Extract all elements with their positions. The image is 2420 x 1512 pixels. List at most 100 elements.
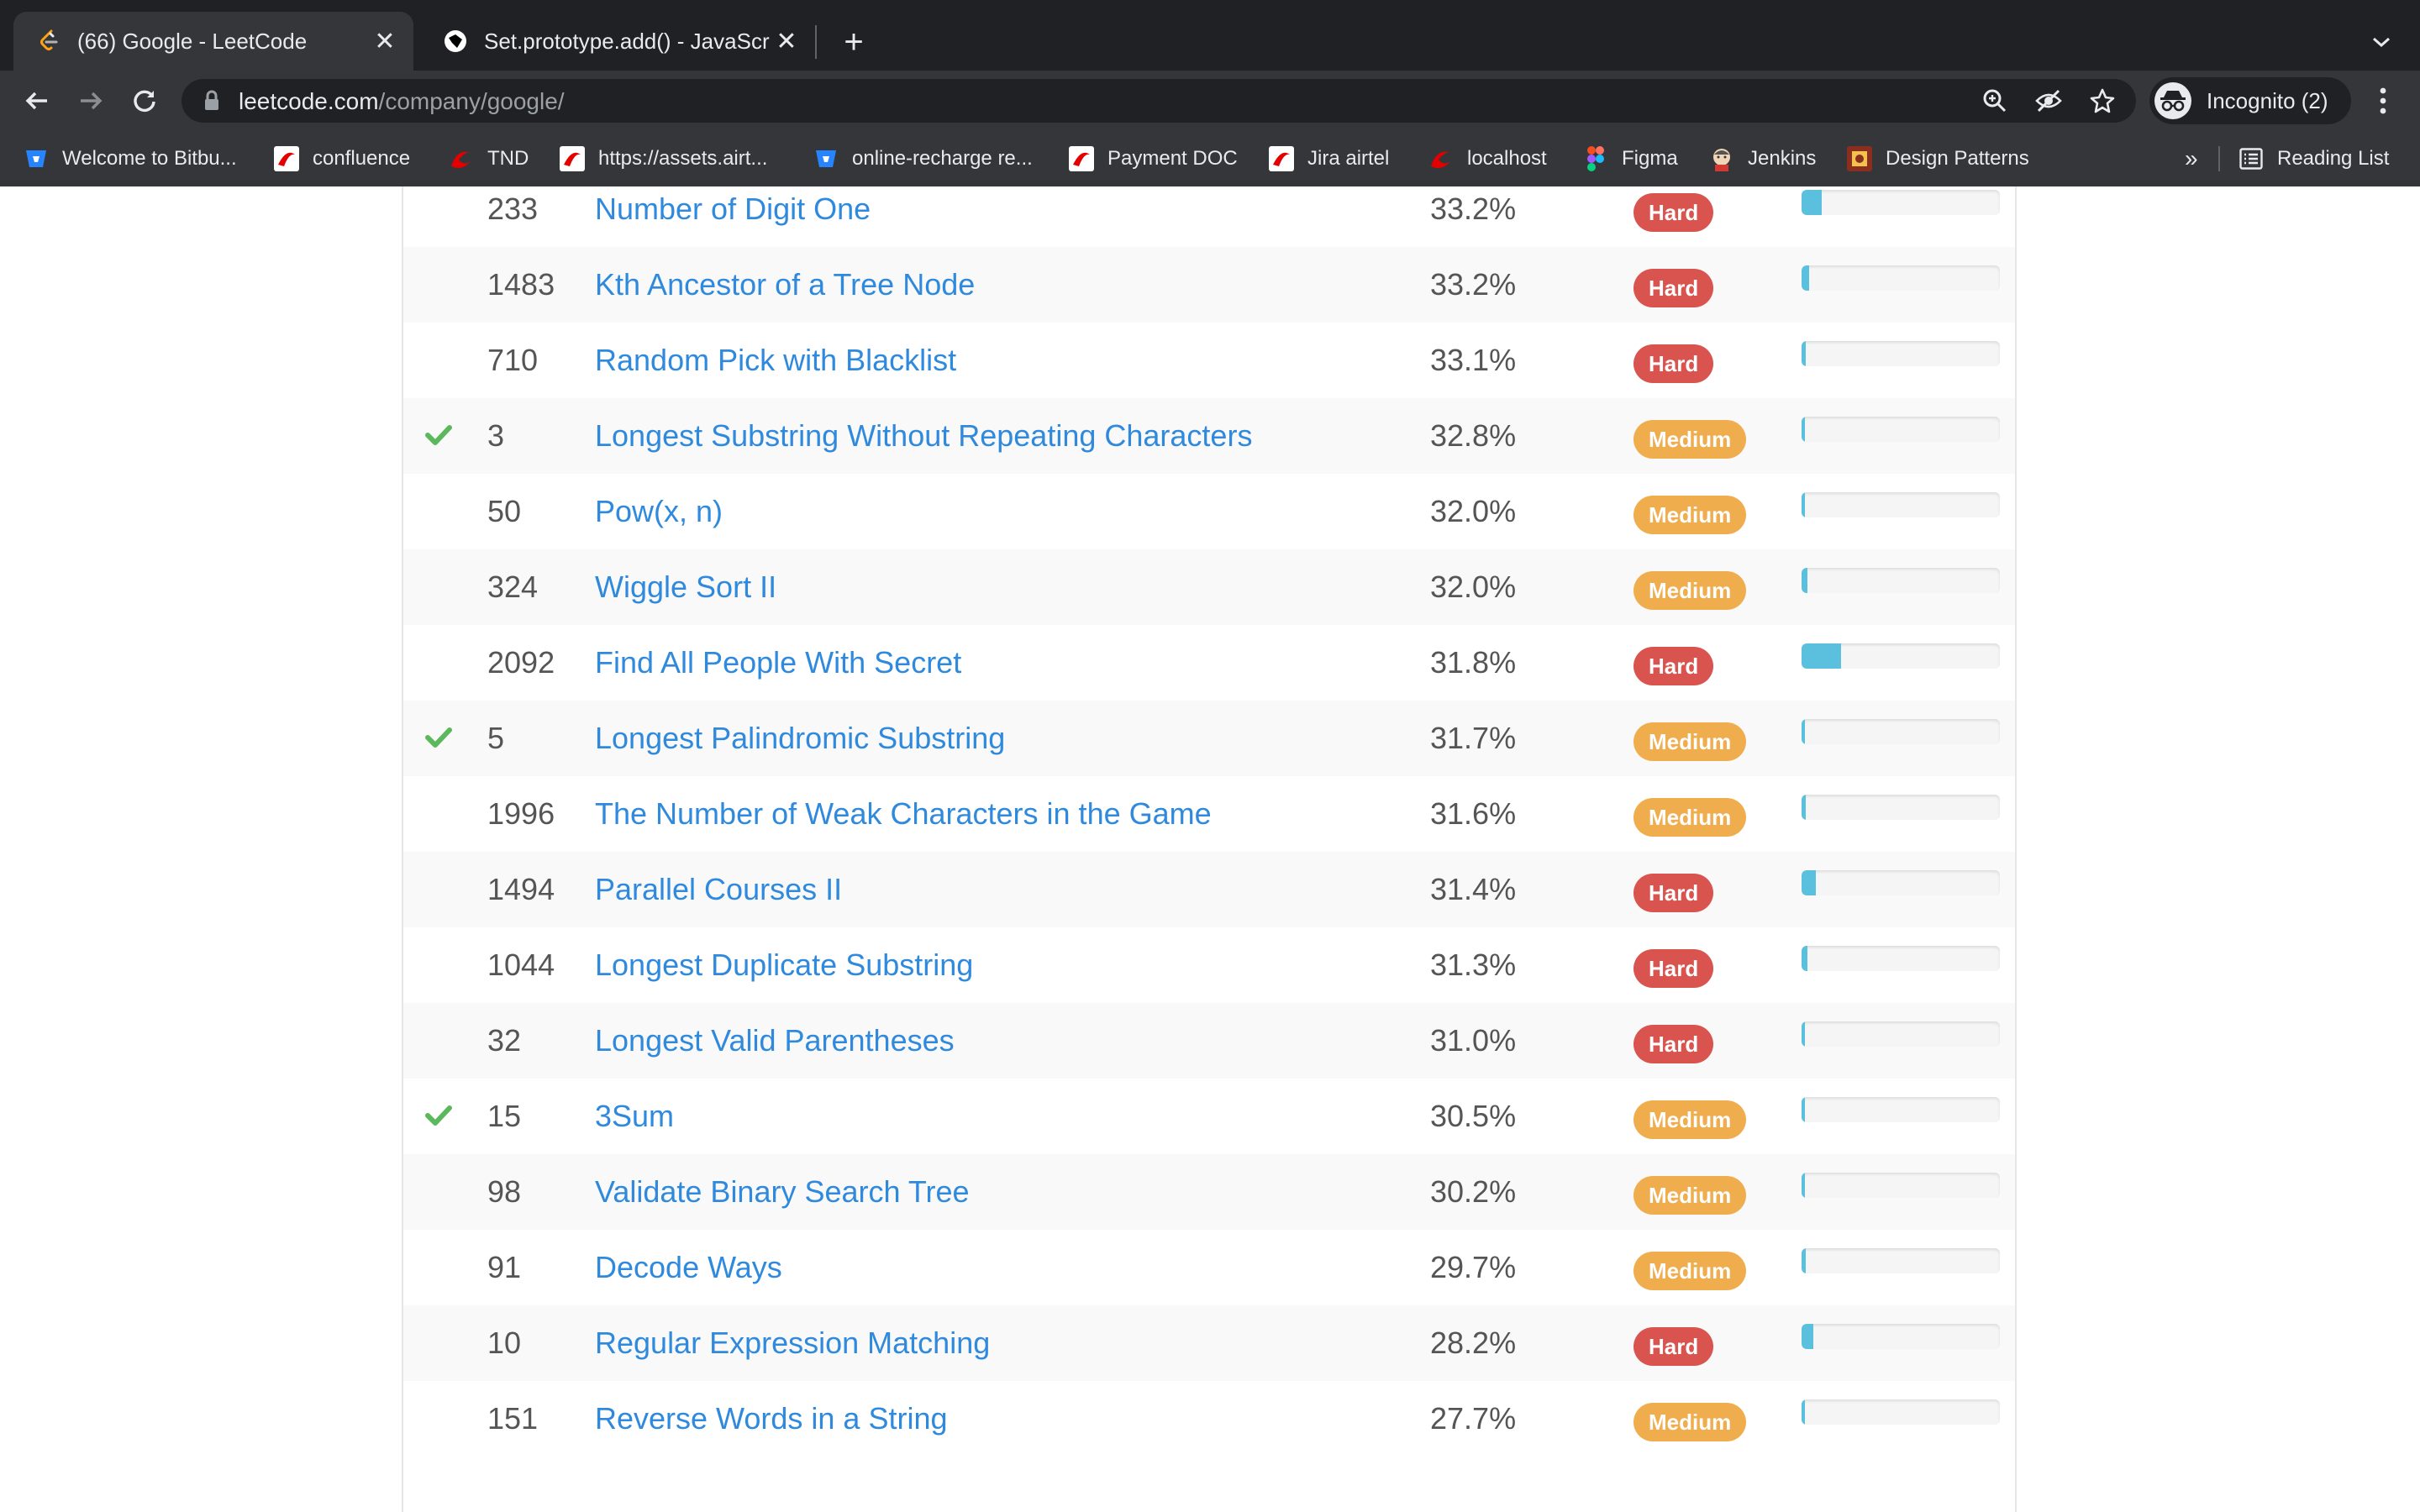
frequency-bar bbox=[1802, 643, 2000, 669]
frequency-bar-fill bbox=[1802, 1399, 1805, 1425]
problem-title-link[interactable]: Parallel Courses II bbox=[595, 872, 842, 907]
bookmark-tnd[interactable]: TND bbox=[449, 131, 529, 186]
frequency-bar bbox=[1802, 1097, 2000, 1122]
problem-row: 15 3Sum 30.5% Medium bbox=[403, 1079, 2015, 1154]
tab-title: Set.prototype.add() - JavaScript bbox=[484, 28, 770, 54]
difficulty-badge: Hard bbox=[1634, 1327, 1714, 1366]
problem-title-link[interactable]: Longest Substring Without Repeating Char… bbox=[595, 418, 1252, 454]
bookmark-jira-airtel[interactable]: Jira airtel bbox=[1269, 131, 1389, 186]
problem-id: 324 bbox=[487, 570, 539, 604]
bookmark-confluence[interactable]: confluence bbox=[274, 131, 410, 186]
bookmark-assets[interactable]: https://assets.airt... bbox=[560, 131, 767, 186]
difficulty-badge: Hard bbox=[1634, 949, 1714, 988]
problem-title-link[interactable]: Validate Binary Search Tree bbox=[595, 1174, 970, 1210]
new-tab-icon[interactable]: + bbox=[835, 24, 872, 60]
back-icon[interactable] bbox=[17, 81, 57, 121]
difficulty-badge: Medium bbox=[1634, 1100, 1747, 1139]
reading-list-button[interactable]: Reading List bbox=[2238, 131, 2389, 186]
problem-title-link[interactable]: Pow(x, n) bbox=[595, 494, 723, 529]
problem-title-link[interactable]: Kth Ancestor of a Tree Node bbox=[595, 267, 975, 302]
bookmark-payment-doc[interactable]: Payment DOC bbox=[1069, 131, 1238, 186]
bookmark-figma[interactable]: Figma bbox=[1583, 131, 1678, 186]
frequency-bar bbox=[1802, 341, 2000, 366]
mdn-icon bbox=[444, 29, 467, 53]
tab-search-icon[interactable] bbox=[2363, 24, 2400, 60]
problem-title-link[interactable]: Wiggle Sort II bbox=[595, 570, 776, 605]
close-icon[interactable]: ✕ bbox=[770, 24, 803, 58]
problem-id: 233 bbox=[487, 192, 539, 226]
bookmark-label: https://assets.airt... bbox=[598, 147, 768, 170]
tab-mdn[interactable]: Set.prototype.add() - JavaScript ✕ bbox=[420, 12, 815, 71]
problem-title-link[interactable]: Decode Ways bbox=[595, 1250, 782, 1285]
status-empty bbox=[422, 494, 455, 528]
problem-title-link[interactable]: Reverse Words in a String bbox=[595, 1401, 948, 1436]
problem-table: 233 Number of Digit One 33.2% Hard 1483 Kth A… bbox=[402, 186, 2017, 1512]
frequency-bar bbox=[1802, 1399, 2000, 1425]
bookmark-localhost[interactable]: localhost bbox=[1428, 131, 1547, 186]
frequency-bar-fill bbox=[1802, 643, 1841, 669]
problem-row: 5 Longest Palindromic Substring 31.7% Mediu… bbox=[403, 701, 2015, 776]
problem-title-link[interactable]: 3Sum bbox=[595, 1099, 674, 1134]
acceptance-rate: 31.8% bbox=[1430, 645, 1517, 680]
acceptance-rate: 31.4% bbox=[1430, 872, 1517, 906]
status-empty bbox=[422, 570, 455, 603]
kebab-menu-icon[interactable] bbox=[2366, 81, 2400, 121]
bookmark-star-icon[interactable] bbox=[2087, 86, 2118, 116]
status-empty bbox=[422, 1023, 455, 1057]
difficulty-badge: Medium bbox=[1634, 1252, 1747, 1290]
address-bar[interactable]: leetcode.com/company/google/ bbox=[182, 79, 2136, 123]
problem-id: 10 bbox=[487, 1326, 522, 1360]
acceptance-rate: 28.2% bbox=[1430, 1326, 1517, 1360]
difficulty-badge: Medium bbox=[1634, 420, 1747, 459]
frequency-bar bbox=[1802, 795, 2000, 820]
bookmarks-overflow-button[interactable]: » bbox=[2185, 131, 2198, 186]
frequency-bar-fill bbox=[1802, 1173, 1805, 1198]
bookmark-label: TND bbox=[487, 147, 529, 170]
frequency-bar bbox=[1802, 946, 2000, 971]
zoom-icon[interactable] bbox=[1980, 86, 2010, 116]
problem-row: 324 Wiggle Sort II 32.0% Medium bbox=[403, 549, 2015, 625]
frequency-bar bbox=[1802, 417, 2000, 442]
incognito-profile-button[interactable]: Incognito (2) bbox=[2149, 77, 2351, 124]
bookmark-label: Jenkins bbox=[1748, 147, 1817, 170]
frequency-bar-fill bbox=[1802, 1324, 1813, 1349]
frequency-bar bbox=[1802, 870, 2000, 895]
problem-title-link[interactable]: The Number of Weak Characters in the Gam… bbox=[595, 796, 1212, 832]
checkmark-icon bbox=[422, 721, 455, 754]
problem-title-link[interactable]: Random Pick with Blacklist bbox=[595, 343, 956, 378]
reload-icon[interactable] bbox=[124, 81, 165, 121]
difficulty-badge: Hard bbox=[1634, 193, 1714, 232]
problem-title-link[interactable]: Regular Expression Matching bbox=[595, 1326, 990, 1361]
forward-icon[interactable] bbox=[71, 81, 111, 121]
status-empty bbox=[422, 948, 455, 981]
problem-title-link[interactable]: Find All People With Secret bbox=[595, 645, 961, 680]
bookmark-bitbucket[interactable]: Welcome to Bitbu... bbox=[24, 131, 237, 186]
bookmark-label: Jira airtel bbox=[1307, 147, 1390, 170]
problem-title-link[interactable]: Number of Digit One bbox=[595, 192, 871, 227]
problem-id: 3 bbox=[487, 418, 505, 453]
jenkins-icon bbox=[1709, 146, 1734, 171]
bookmark-online-recharge[interactable]: online-recharge re... bbox=[813, 131, 1033, 186]
tracking-blocked-icon[interactable] bbox=[2033, 86, 2064, 116]
bookmarks-separator bbox=[2218, 146, 2220, 171]
difficulty-badge: Hard bbox=[1634, 269, 1714, 307]
checkmark-icon bbox=[422, 1099, 455, 1132]
status-empty bbox=[422, 796, 455, 830]
problem-id: 1996 bbox=[487, 796, 555, 831]
url-text[interactable]: leetcode.com/company/google/ bbox=[239, 88, 565, 115]
problem-id: 98 bbox=[487, 1174, 522, 1209]
problem-title-link[interactable]: Longest Palindromic Substring bbox=[595, 721, 1005, 756]
problem-title-link[interactable]: Longest Duplicate Substring bbox=[595, 948, 973, 983]
close-icon[interactable]: ✕ bbox=[368, 24, 402, 58]
bookmark-design-patterns[interactable]: Design Patterns bbox=[1847, 131, 2029, 186]
frequency-bar-fill bbox=[1802, 492, 1805, 517]
status-empty bbox=[422, 192, 455, 225]
frequency-bar bbox=[1802, 719, 2000, 744]
problem-id: 32 bbox=[487, 1023, 522, 1058]
problem-id: 5 bbox=[487, 721, 505, 755]
problem-title-link[interactable]: Longest Valid Parentheses bbox=[595, 1023, 955, 1058]
bookmark-jenkins[interactable]: Jenkins bbox=[1709, 131, 1816, 186]
problem-row: 710 Random Pick with Blacklist 33.1% Hard bbox=[403, 323, 2015, 398]
tab-leetcode[interactable]: (66) Google - LeetCode ✕ bbox=[13, 12, 413, 71]
frequency-bar-fill bbox=[1802, 417, 1805, 442]
